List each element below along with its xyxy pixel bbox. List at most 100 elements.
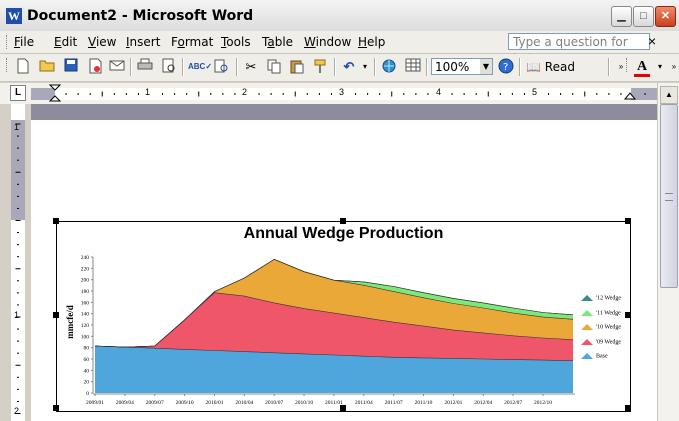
resize-handle[interactable] — [340, 218, 346, 224]
x-tick-label: 2009/01 — [86, 400, 104, 406]
y-tick-label: 100 — [81, 334, 90, 340]
resize-handle[interactable] — [53, 405, 59, 411]
vertical-ruler-ticks — [15, 123, 21, 414]
menu-format[interactable]: Format — [171, 35, 213, 49]
legend-swatch — [581, 353, 593, 359]
y-tick-label: 0 — [86, 391, 89, 397]
ruler-number: 4 — [436, 87, 442, 97]
permission-icon[interactable] — [86, 58, 104, 76]
save-icon[interactable] — [62, 58, 80, 76]
legend-item: '09 Wedge — [581, 338, 621, 345]
new-document-icon[interactable] — [14, 58, 32, 76]
word-app-icon[interactable]: W — [6, 8, 22, 24]
paste-icon[interactable] — [288, 58, 306, 76]
legend-label: '10 Wedge — [596, 324, 621, 331]
y-tick-label: 80 — [84, 346, 90, 352]
format-painter-icon[interactable] — [311, 58, 329, 76]
zoom-dropdown-icon[interactable]: ▼ — [480, 59, 492, 74]
print-icon[interactable] — [136, 58, 154, 76]
legend-item: '11 Wedge — [581, 309, 621, 316]
scroll-thumb[interactable] — [660, 104, 678, 288]
menu-edit[interactable]: Edit — [54, 35, 77, 49]
menu-window[interactable]: Window — [304, 35, 351, 49]
ruler-number: 5 — [532, 87, 538, 97]
svg-text:?: ? — [503, 62, 508, 73]
font-color-icon[interactable]: A — [633, 58, 651, 77]
close-document-icon[interactable]: × — [648, 33, 656, 49]
resize-handle[interactable] — [625, 405, 631, 411]
toolbar-grip-icon[interactable] — [6, 58, 10, 72]
indent-marker-icon[interactable] — [49, 84, 61, 102]
horizontal-ruler[interactable]: 1 2 3 4 5 — [31, 84, 657, 102]
minimize-button[interactable]: ▁ — [611, 6, 632, 27]
y-tick-label: 180 — [81, 289, 90, 295]
toolbar-grip-icon[interactable] — [626, 58, 630, 72]
toolbar-options-icon[interactable]: » — [665, 58, 679, 76]
vertical-ruler[interactable]: 1 1 2 — [11, 104, 25, 421]
legend-label: '11 Wedge — [596, 309, 621, 316]
toolbar-separator — [130, 58, 132, 76]
toolbar-separator — [236, 58, 238, 76]
title-bar: W Document2 - Microsoft Word ▁ □ ✕ — [0, 0, 679, 32]
research-icon[interactable] — [212, 58, 230, 76]
x-tick-label: 2011/10 — [415, 400, 433, 406]
standard-toolbar: ABC✓ ✂ ↶ ▾ ? » A ▾ » — [0, 54, 679, 82]
x-tick-label: 2009/07 — [146, 400, 164, 406]
legend-label: '12 Wedge — [596, 295, 621, 302]
ruler-number: 3 — [339, 87, 345, 97]
menu-file[interactable]: File — [14, 35, 34, 49]
resize-handle[interactable] — [53, 218, 59, 224]
email-icon[interactable] — [108, 58, 126, 76]
toolbar-separator — [374, 58, 376, 76]
resize-handle[interactable] — [625, 218, 631, 224]
maximize-button[interactable]: □ — [633, 6, 654, 27]
close-button[interactable]: ✕ — [655, 6, 676, 27]
spelling-grammar-icon[interactable]: ABC✓ — [188, 58, 212, 76]
insert-table-icon[interactable] — [404, 58, 422, 76]
open-folder-icon[interactable] — [38, 58, 56, 76]
word-window: W Document2 - Microsoft Word ▁ □ ✕ File … — [0, 0, 679, 421]
ruler-number: 2 — [242, 87, 248, 97]
x-tick-label: 2009/10 — [176, 400, 194, 406]
toolbar-separator — [334, 58, 336, 76]
toolbar-separator — [519, 58, 521, 76]
x-tick-label: 2009/04 — [116, 400, 134, 406]
help-search-input[interactable]: Type a question for help — [508, 33, 650, 66]
legend-item: '10 Wedge — [581, 324, 621, 330]
zoom-select[interactable]: 100% ▼ — [431, 58, 493, 75]
x-tick-label: 2012/10 — [534, 400, 552, 406]
undo-dropdown-icon[interactable]: ▾ — [356, 58, 374, 76]
legend-swatch — [581, 324, 593, 330]
y-tick-label: 220 — [81, 266, 90, 272]
x-tick-label: 2010/10 — [295, 400, 313, 406]
toolbar-separator — [608, 58, 610, 76]
legend-swatch — [581, 295, 593, 301]
menu-tools[interactable]: Tools — [221, 35, 251, 49]
embedded-chart[interactable]: Annual Wedge Production mmcfe/d 0 20 40 60 8… — [56, 221, 631, 412]
ruler-number: 1 — [14, 310, 20, 320]
y-tick-label: 140 — [81, 312, 90, 318]
menu-view[interactable]: View — [88, 35, 116, 49]
copy-icon[interactable] — [265, 58, 283, 76]
insert-hyperlink-icon[interactable] — [380, 58, 398, 76]
menu-grip-icon[interactable] — [6, 35, 10, 49]
read-button[interactable]: 📖 Read — [526, 58, 575, 76]
resize-handle[interactable] — [53, 312, 59, 318]
tab-selector[interactable]: L — [10, 85, 26, 101]
scroll-up-icon[interactable]: ▲ — [660, 86, 678, 104]
x-tick-label: 2012/01 — [444, 400, 462, 406]
help-icon[interactable]: ? — [497, 58, 515, 76]
y-tick-label: 60 — [84, 357, 90, 363]
right-indent-marker-icon[interactable] — [624, 90, 636, 100]
menu-insert[interactable]: Insert — [126, 35, 160, 49]
thumb-grip-icon — [665, 193, 673, 201]
resize-handle[interactable] — [340, 405, 346, 411]
menu-table[interactable]: Table — [262, 35, 293, 49]
resize-handle[interactable] — [625, 312, 631, 318]
menu-help[interactable]: Help — [358, 35, 385, 49]
cut-icon[interactable]: ✂ — [242, 58, 260, 76]
y-tick-label: 120 — [81, 323, 90, 329]
vertical-scrollbar[interactable]: ▲ — [657, 83, 679, 421]
ruler-number: 1 — [14, 122, 20, 132]
print-preview-icon[interactable] — [160, 58, 178, 76]
